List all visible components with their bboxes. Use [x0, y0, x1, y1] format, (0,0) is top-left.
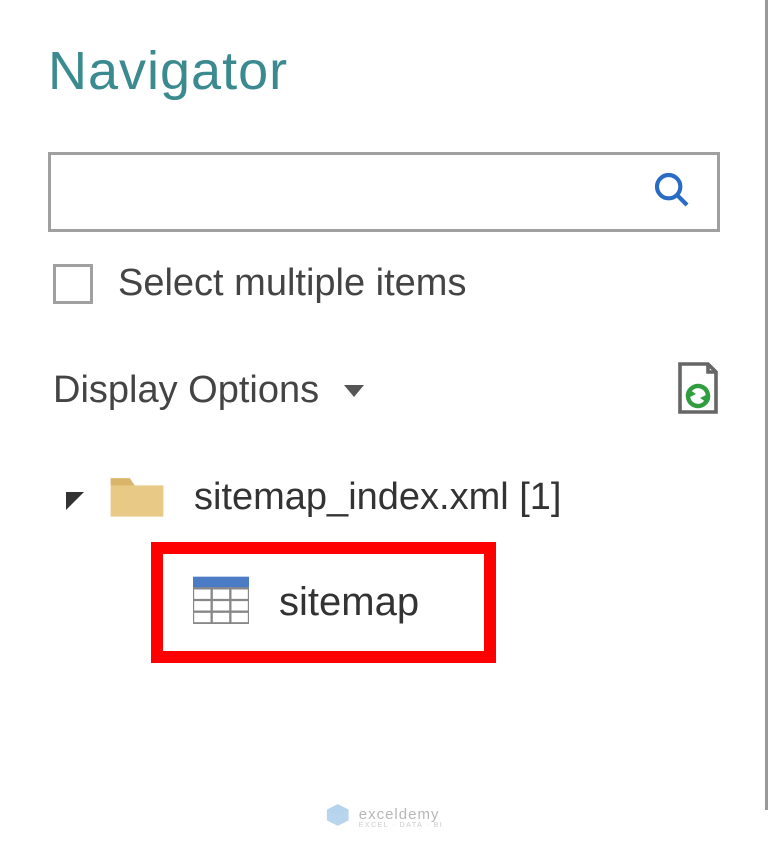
display-options-row: Display Options [48, 360, 720, 421]
table-icon [193, 576, 279, 629]
select-multiple-checkbox[interactable] [53, 264, 93, 304]
watermark-sub: EXCEL · DATA · BI [359, 822, 444, 829]
navigator-tree: sitemap_index.xml [1] sitemap [48, 471, 720, 663]
display-options-dropdown[interactable]: Display Options [53, 369, 364, 412]
watermark-main: exceldemy [359, 807, 444, 822]
display-options-label: Display Options [53, 369, 319, 412]
tree-root-label: sitemap_index.xml [1] [194, 476, 562, 519]
watermark: exceldemy EXCEL · DATA · BI [325, 802, 444, 833]
page-title: Navigator [48, 40, 720, 102]
search-icon [652, 170, 692, 215]
tree-item-label: sitemap [279, 580, 419, 625]
chevron-down-icon [344, 385, 364, 397]
search-input[interactable] [48, 152, 720, 232]
select-multiple-label: Select multiple items [118, 262, 466, 305]
folder-icon [108, 471, 194, 524]
tree-root-item[interactable]: sitemap_index.xml [1] [66, 471, 720, 524]
expand-collapse-icon[interactable] [66, 492, 84, 510]
tree-item-sitemap[interactable]: sitemap [151, 542, 496, 663]
select-multiple-row[interactable]: Select multiple items [48, 262, 720, 305]
refresh-icon[interactable] [672, 360, 720, 421]
watermark-logo-icon [325, 802, 359, 833]
